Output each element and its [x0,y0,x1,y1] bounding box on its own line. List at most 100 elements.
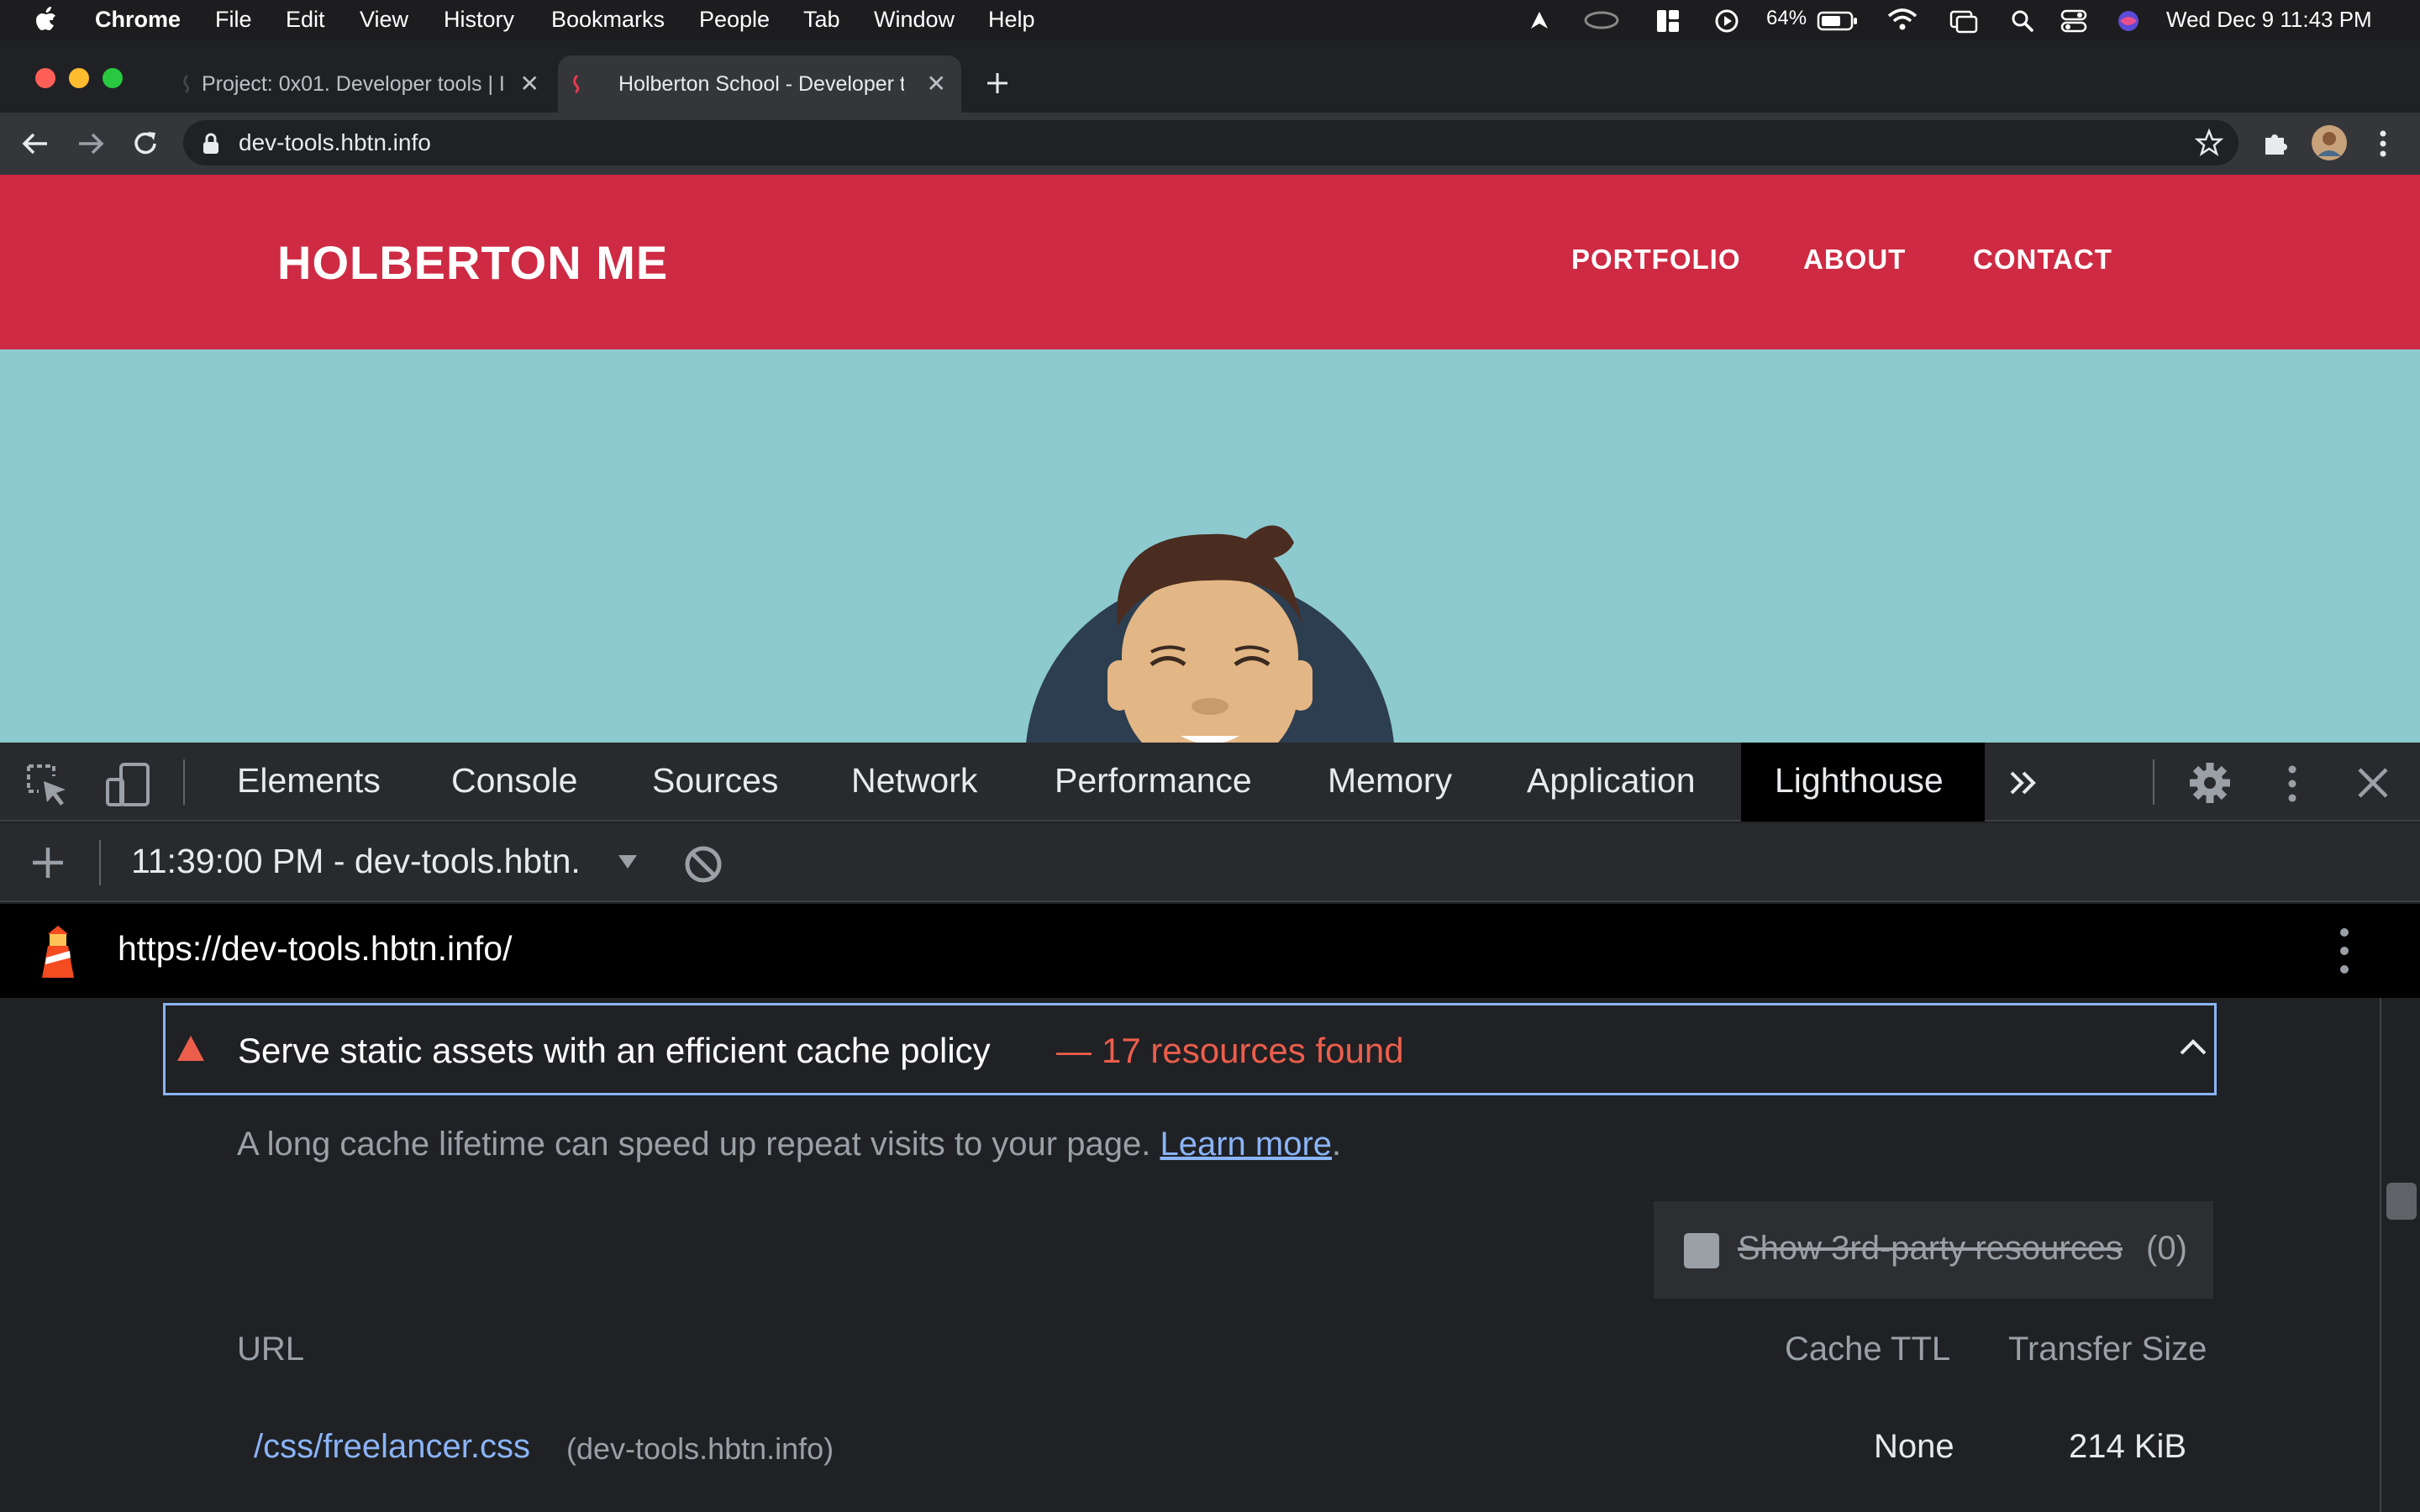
report-menu-kebab-icon[interactable] [2336,926,2353,976]
audit-separator: — [1056,1031,1092,1070]
siri-icon[interactable] [2116,8,2141,34]
tab-memory[interactable]: Memory [1328,761,1452,801]
reload-icon[interactable] [131,129,160,158]
menu-history[interactable]: History [444,7,514,33]
zoom-window-button[interactable] [103,68,123,88]
tab-lighthouse-label: Lighthouse [1775,761,1944,800]
close-window-button[interactable] [35,68,55,88]
report-select-value: 11:39:00 PM - dev-tools.hbtn. [131,842,581,880]
clear-reports-icon[interactable] [682,843,724,885]
report-scrollbar[interactable] [2380,998,2420,1512]
tab-close-icon[interactable]: ✕ [520,70,539,97]
devtools-tab-bar: Elements Console Sources Network Perform… [0,743,2420,822]
minimize-window-button[interactable] [69,68,89,88]
lock-icon[interactable] [202,132,220,155]
menu-bookmarks[interactable]: Bookmarks [551,7,665,33]
back-arrow-icon[interactable] [22,131,49,156]
toolbar-divider [99,840,101,885]
row-transfer-size: 214 KiB [2069,1428,2187,1465]
site-hero [0,349,2420,743]
tab-console[interactable]: Console [451,761,577,801]
tab-sources[interactable]: Sources [652,761,778,801]
device-toolbar-icon[interactable] [104,761,151,808]
close-devtools-icon[interactable] [2356,766,2390,800]
tab-project[interactable]: Project: 0x01. Developer tools | I ✕ [168,55,555,113]
spotlight-search-icon[interactable] [2010,8,2035,34]
row-url-link[interactable]: /css/freelancer.css [254,1428,530,1466]
tab-performance[interactable]: Performance [1055,761,1252,801]
column-header-url: URL [237,1331,305,1368]
profile-avatar[interactable] [2311,124,2348,161]
table-row: /css/freelancer.css (dev-tools.hbtn.info… [237,1418,2217,1482]
settings-gear-icon[interactable] [2188,761,2232,805]
menu-tab[interactable]: Tab [803,7,840,33]
nav-contact[interactable]: CONTACT [1973,244,2112,276]
third-party-filter[interactable]: Show 3rd-party resources (0) [1654,1201,2213,1299]
toolbar-divider [2153,759,2154,805]
row-cache-ttl: None [1874,1428,1954,1465]
inspect-element-icon[interactable] [25,763,71,808]
tab-lighthouse[interactable]: Lighthouse [1741,743,1985,822]
bookmark-star-icon[interactable] [2195,129,2223,157]
forward-arrow-icon[interactable] [77,131,104,156]
third-party-checkbox[interactable] [1684,1233,1719,1268]
chrome-menu-kebab-icon[interactable] [2375,129,2391,158]
third-party-count: (0) [2146,1230,2187,1267]
site-header: HOLBERTON ME PORTFOLIO ABOUT CONTACT [0,175,2420,349]
battery-percent: 64% [1766,7,1807,29]
lighthouse-toolbar: 11:39:00 PM - dev-tools.hbtn. [0,823,2420,902]
holberton-favicon-icon [573,74,580,94]
new-tab-plus-icon[interactable] [985,71,1010,96]
column-header-transfer-size: Transfer Size [2008,1331,2207,1368]
row-url-host: (dev-tools.hbtn.info) [566,1431,834,1466]
menu-people[interactable]: People [699,7,770,33]
third-party-label: Show 3rd-party resources [1738,1230,2123,1267]
control-center-icon[interactable] [2060,8,2087,34]
wifi-icon[interactable] [1887,7,1918,32]
audit-title: Serve static assets with an efficient ca… [238,1031,991,1070]
description-period: . [1332,1126,1342,1163]
avatar-illustration [1026,525,1394,743]
menu-clock[interactable]: Wed Dec 9 11:43 PM [2166,7,2372,33]
new-report-plus-icon[interactable] [30,845,66,880]
nav-portfolio[interactable]: PORTFOLIO [1571,244,1741,276]
tab-close-icon[interactable]: ✕ [927,70,946,97]
report-url[interactable]: https://dev-tools.hbtn.info/ [118,929,513,969]
warning-triangle-icon [177,1036,204,1061]
address-url[interactable]: dev-tools.hbtn.info [239,129,431,156]
learn-more-link[interactable]: Learn more [1160,1126,1332,1163]
pen-tool-status-icon[interactable] [1528,8,1551,32]
scrollbar-thumb[interactable] [2386,1183,2417,1220]
lighthouse-logo-icon [42,926,74,978]
holberton-favicon-icon [183,74,190,94]
report-select[interactable]: 11:39:00 PM - dev-tools.hbtn. [131,823,644,902]
tab-application[interactable]: Application [1527,761,1696,801]
play-circle-icon[interactable] [1714,8,1739,34]
nav-about[interactable]: ABOUT [1803,244,1906,276]
site-brand[interactable]: HOLBERTON ME [277,235,668,290]
screen-mirroring-icon[interactable] [1949,8,1978,34]
toolbar-divider [183,759,185,805]
menu-edit[interactable]: Edit [286,7,325,33]
dropdown-caret-icon [618,855,637,869]
tab-elements[interactable]: Elements [237,761,381,801]
tab-title: Holberton School - Developer t [618,72,904,96]
menu-app-name[interactable]: Chrome [95,7,181,33]
window-layout-icon[interactable] [1655,8,1681,34]
tab-holberton-active[interactable]: Holberton School - Developer t ✕ [558,55,961,113]
menu-file[interactable]: File [215,7,252,33]
battery-icon[interactable] [1817,10,1859,32]
menu-window[interactable]: Window [874,7,955,33]
cloud-status-icon[interactable] [1583,10,1620,30]
apple-logo-icon[interactable] [35,7,57,32]
audit-header[interactable]: Serve static assets with an efficient ca… [163,1003,2217,1095]
more-tabs-chevron-icon[interactable] [2007,768,2040,798]
macos-menu-bar: Chrome File Edit View History Bookmarks … [0,0,2420,40]
collapse-chevron-up-icon[interactable] [2179,1037,2207,1056]
extensions-puzzle-icon[interactable] [2260,129,2289,158]
menu-view[interactable]: View [360,7,408,33]
tab-network[interactable]: Network [851,761,977,801]
devtools-menu-kebab-icon[interactable] [2284,763,2301,805]
address-bar[interactable]: dev-tools.hbtn.info [183,120,2238,165]
menu-help[interactable]: Help [988,7,1035,33]
